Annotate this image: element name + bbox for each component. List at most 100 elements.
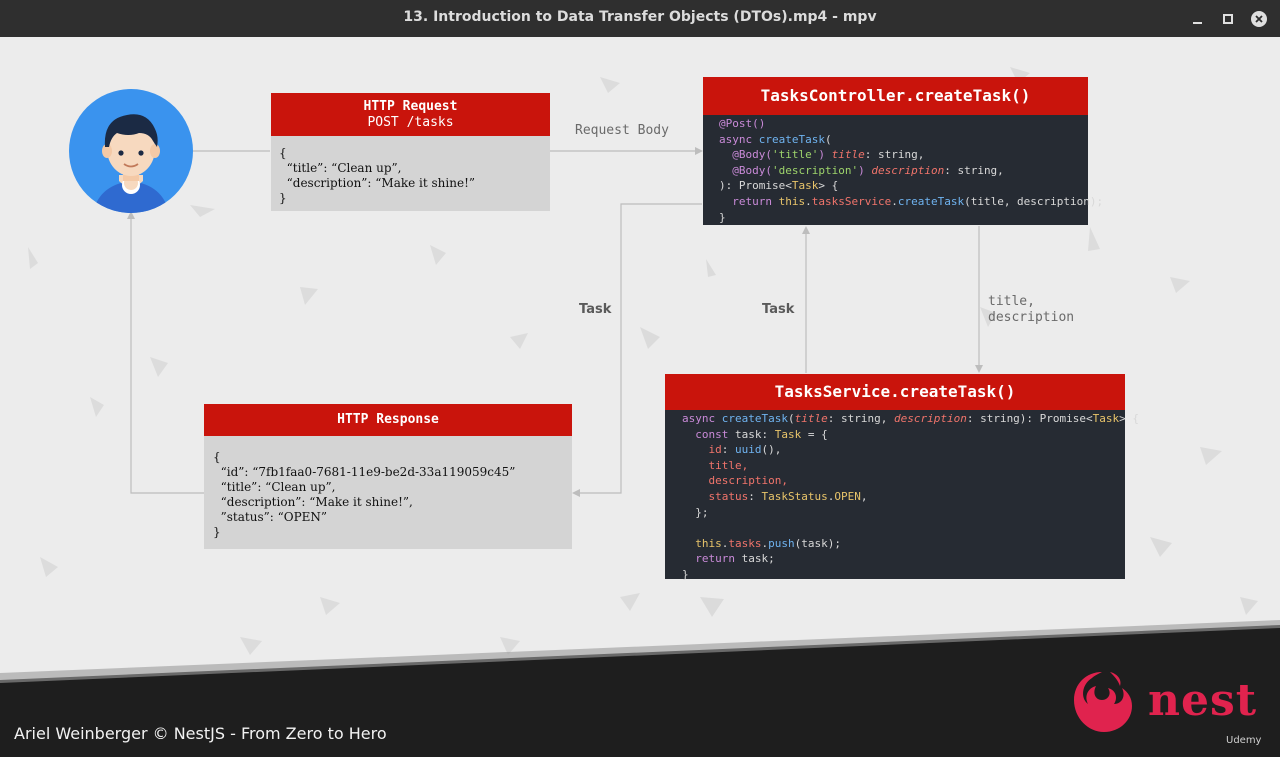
http-response-box: HTTP Response { “id”: “7fb1faa0-7681-11e…: [204, 404, 572, 549]
window-titlebar: 13. Introduction to Data Transfer Object…: [0, 0, 1280, 37]
code-token: .: [805, 194, 812, 208]
tasks-service-title: TasksService.createTask(): [665, 374, 1125, 410]
code-line: “id”: “7fb1faa0-7681-11e9-be2d-33a119059…: [213, 465, 516, 479]
code-token: :: [761, 427, 775, 441]
code-token: @Post(): [719, 117, 766, 130]
code-token: ,: [860, 489, 868, 503]
nest-brand-text: nest: [1148, 675, 1258, 726]
code-token: return: [732, 194, 779, 208]
tasks-controller-title: TasksController.createTask(): [703, 77, 1088, 115]
code-token: createTask: [897, 194, 965, 208]
task-label-left: Task: [579, 302, 612, 317]
code-token: status: [708, 489, 749, 503]
code-token: Task: [774, 427, 802, 441]
code-token: title: [794, 412, 828, 425]
code-token: : string,: [864, 148, 925, 162]
code-token: : string,: [944, 163, 1004, 177]
code-token: (title, description);: [964, 194, 1104, 208]
code-token: return: [695, 552, 742, 566]
code-line: }: [279, 191, 287, 205]
code-token: (: [787, 412, 795, 425]
code-token: tasksService: [811, 194, 892, 208]
code-token: Task: [1092, 412, 1120, 425]
code-token: createTask: [758, 132, 825, 146]
code-line: “title”: “Clean up”,: [279, 161, 402, 175]
code-line: “title”: “Clean up”,: [213, 480, 336, 494]
tasks-controller-code: @Post() async createTask( @Body('title') …: [703, 115, 1103, 225]
http-request-box: HTTP Request POST /tasks { “title”: “Cle…: [271, 93, 550, 211]
code-token: @Body(: [732, 148, 772, 162]
code-token: uuid: [735, 443, 762, 457]
code-token: (),: [761, 443, 782, 457]
http-request-title: HTTP Request: [363, 99, 458, 114]
code-token: (task);: [794, 536, 841, 550]
close-icon[interactable]: [1249, 9, 1269, 29]
code-token: TaskStatus: [761, 489, 828, 503]
minimize-icon[interactable]: [1188, 9, 1208, 29]
code-line: “description”: “Make it shine!”: [279, 176, 476, 190]
code-token: .: [891, 194, 898, 208]
code-token: ): Promise<: [719, 179, 792, 193]
http-request-body: { “title”: “Clean up”, “description”: “M…: [271, 136, 550, 211]
code-token: async: [682, 412, 722, 425]
code-token: (: [824, 132, 832, 146]
code-token: @Body(: [732, 163, 772, 177]
code-line: {: [279, 146, 287, 160]
request-body-label: Request Body: [575, 123, 669, 138]
code-token: > {: [818, 179, 839, 193]
code-token: ): [858, 163, 872, 177]
code-token: task: [735, 427, 762, 441]
code-token: 'title': [772, 148, 819, 162]
code-token: tasks: [728, 536, 762, 550]
code-token: this: [695, 536, 722, 550]
tasks-service-box: TasksService.createTask() async createTa…: [665, 374, 1139, 581]
code-line: “description”: “Make it shine!”,: [213, 495, 413, 509]
code-line: }: [213, 525, 221, 539]
http-response-title: HTTP Response: [204, 404, 572, 436]
code-token: description,: [708, 474, 788, 488]
maximize-icon[interactable]: [1219, 9, 1239, 29]
nest-logo-icon: [1074, 672, 1132, 732]
code-token: push: [768, 536, 795, 550]
video-frame[interactable]: HTTP Request POST /tasks { “title”: “Cle…: [0, 37, 1280, 757]
code-token: const: [695, 427, 735, 441]
code-token: 'description': [772, 163, 859, 177]
code-token: OPEN: [834, 489, 861, 503]
udemy-watermark: Udemy: [1226, 735, 1262, 746]
code-token: :: [721, 443, 735, 457]
user-avatar-icon: [69, 89, 193, 213]
tasks-controller-box: TasksController.createTask() @Post() asyn…: [703, 77, 1103, 225]
course-credit: Ariel Weinberger © NestJS - From Zero to…: [14, 724, 387, 743]
code-token: : string): Promise<: [966, 412, 1093, 425]
title-desc-label-line2: description: [988, 310, 1075, 325]
code-token: description: [893, 412, 967, 425]
title-desc-label-line1: title,: [988, 294, 1035, 309]
code-token: id: [708, 443, 722, 457]
code-token: = {: [801, 427, 828, 441]
code-token: title: [831, 148, 865, 162]
code-token: description: [871, 163, 945, 177]
http-response-body: { “id”: “7fb1faa0-7681-11e9-be2d-33a1190…: [204, 436, 572, 549]
code-token: };: [695, 505, 709, 519]
code-token: title,: [708, 458, 749, 472]
code-token: ;: [768, 552, 775, 566]
code-token: Task: [791, 179, 819, 193]
code-token: task: [741, 552, 769, 566]
code-token: }: [719, 210, 726, 224]
code-token: this: [778, 194, 806, 208]
http-request-header: HTTP Request POST /tasks: [271, 93, 550, 136]
code-token: @Body(: [732, 148, 772, 161]
code-token: ): [818, 148, 832, 162]
window-title: 13. Introduction to Data Transfer Object…: [403, 9, 877, 25]
code-token: : string,: [827, 412, 894, 425]
http-request-subtitle: POST /tasks: [367, 115, 454, 130]
code-line: ”status”: “OPEN”: [213, 510, 328, 524]
tasks-service-code: async createTask(title: string, descript…: [665, 410, 1139, 581]
code-token: > {: [1119, 412, 1140, 425]
code-token: }: [682, 567, 689, 581]
task-label-center: Task: [762, 302, 795, 317]
code-token: createTask: [721, 412, 788, 425]
code-line: {: [213, 450, 221, 464]
code-token: async: [719, 132, 759, 146]
code-token: :: [748, 489, 762, 503]
